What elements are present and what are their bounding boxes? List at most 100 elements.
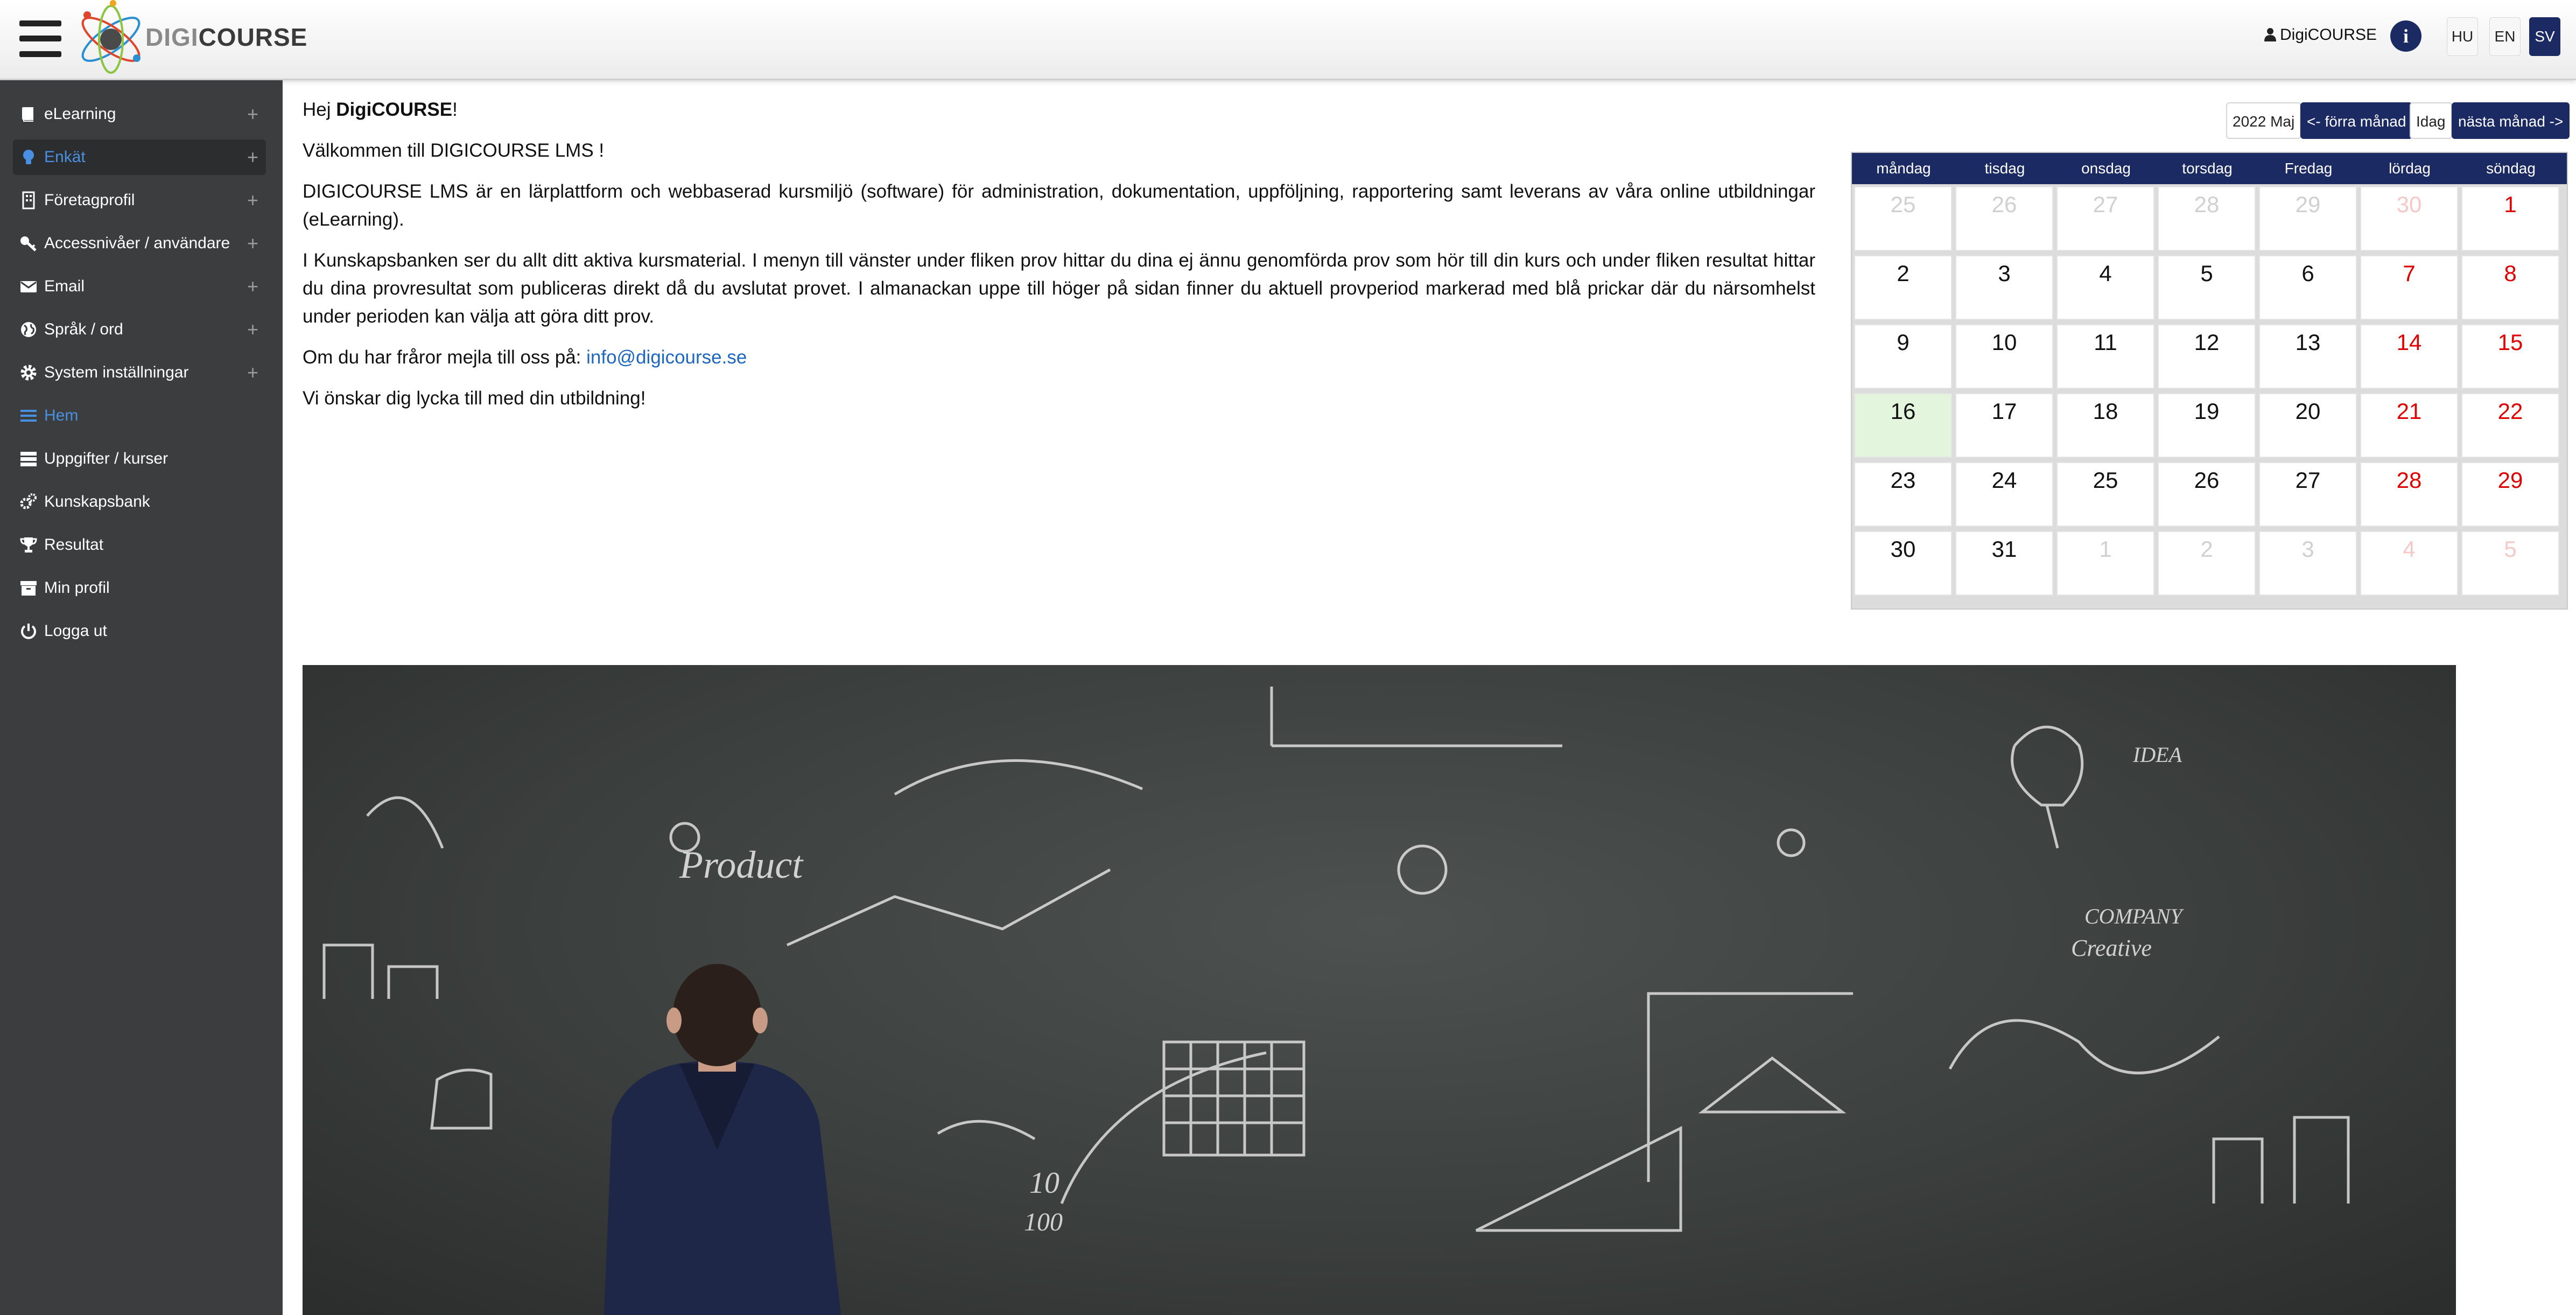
calendar-day[interactable]: 25 [2056, 462, 2154, 527]
calendar-day-number: 14 [2396, 330, 2422, 355]
calendar-day[interactable]: 25 [1854, 186, 1952, 251]
hamburger-menu-icon[interactable] [19, 20, 61, 57]
calendar-day[interactable]: 22 [2461, 393, 2559, 458]
info-icon[interactable]: i [2390, 20, 2421, 52]
prev-month-button[interactable]: <- förra månad [2300, 102, 2413, 139]
sidebar-item-kunskapsbank[interactable]: Kunskapsbank [13, 484, 266, 520]
calendar-day[interactable]: 2 [2158, 531, 2256, 596]
calendar-day[interactable]: 10 [1955, 324, 2053, 389]
sidebar-item-email[interactable]: Email + [13, 269, 266, 304]
calendar-day[interactable]: 5 [2158, 255, 2256, 320]
sidebar-item-uppgifter[interactable]: Uppgifter / kurser [13, 441, 266, 477]
calendar-day-number: 7 [2403, 261, 2416, 286]
calendar-day[interactable]: 30 [2360, 186, 2458, 251]
info-paragraph: I Kunskapsbanken ser du allt ditt aktiva… [303, 250, 1815, 327]
expand-plus-icon[interactable]: + [247, 318, 258, 341]
calendar-day-today[interactable]: 16 [1854, 393, 1952, 458]
calendar-day-number: 8 [2504, 261, 2517, 286]
calendar-day[interactable]: 28 [2158, 186, 2256, 251]
expand-plus-icon[interactable]: + [247, 275, 258, 298]
sidebar-item-accessnivaer[interactable]: Accessnivåer / användare + [13, 226, 266, 261]
calendar-day[interactable]: 23 [1854, 462, 1952, 527]
sidebar-item-sprak[interactable]: Språk / ord + [13, 312, 266, 347]
calendar-day[interactable]: 1 [2461, 186, 2559, 251]
calendar-day[interactable]: 13 [2259, 324, 2357, 389]
building-icon [22, 191, 35, 209]
sidebar-item-min-profil[interactable]: Min profil [13, 570, 266, 606]
calendar-day[interactable]: 7 [2360, 255, 2458, 320]
envelope-icon [20, 281, 37, 292]
calendar-day[interactable]: 9 [1854, 324, 1952, 389]
calendar-day[interactable]: 11 [2056, 324, 2154, 389]
calendar-day[interactable]: 26 [1955, 186, 2053, 251]
calendar-day[interactable]: 30 [1854, 531, 1952, 596]
calendar-day-number: 29 [2497, 467, 2523, 493]
calendar-day[interactable]: 5 [2461, 531, 2559, 596]
sidebar-item-enkat[interactable]: Enkät + [13, 139, 266, 175]
calendar-day[interactable]: 31 [1955, 531, 2053, 596]
sidebar-item-resultat[interactable]: Resultat [13, 527, 266, 563]
welcome-text: Hej DigiCOURSE! Välkommen till DIGICOURS… [303, 96, 1815, 425]
lang-en-button[interactable]: EN [2489, 17, 2521, 56]
digicourse-logo-icon[interactable] [68, 0, 149, 79]
calendar-day[interactable]: 27 [2056, 186, 2154, 251]
expand-plus-icon[interactable]: + [247, 146, 258, 169]
calendar-day-number: 27 [2093, 192, 2118, 217]
today-button[interactable]: Idag [2410, 102, 2452, 139]
sidebar-item-foretagprofil[interactable]: Företagprofil + [13, 183, 266, 218]
calendar-day[interactable]: 17 [1955, 393, 2053, 458]
sidebar-item-hem[interactable]: Hem [13, 398, 266, 433]
calendar-day[interactable]: 20 [2259, 393, 2357, 458]
calendar: måndag tisdag onsdag torsdag Fredag lördag sön… [1851, 152, 2568, 610]
expand-plus-icon[interactable]: + [247, 361, 258, 384]
chalk-product-text: Product [679, 843, 804, 886]
calendar-day-number: 1 [2504, 192, 2517, 217]
calendar-day[interactable]: 2 [1854, 255, 1952, 320]
calendar-day-number: 24 [1991, 467, 2017, 493]
calendar-day-number: 31 [1991, 536, 2017, 562]
calendar-day[interactable]: 19 [2158, 393, 2256, 458]
calendar-day-number: 12 [2194, 330, 2220, 355]
calendar-day[interactable]: 3 [1955, 255, 2053, 320]
calendar-day[interactable]: 27 [2259, 462, 2357, 527]
calendar-day-number: 20 [2295, 398, 2321, 424]
calendar-day[interactable]: 14 [2360, 324, 2458, 389]
calendar-day[interactable]: 24 [1955, 462, 2053, 527]
calendar-day-number: 9 [1897, 330, 1910, 355]
expand-plus-icon[interactable]: + [247, 232, 258, 255]
calendar-day[interactable]: 4 [2360, 531, 2458, 596]
calendar-day[interactable]: 28 [2360, 462, 2458, 527]
calendar-day[interactable]: 29 [2461, 462, 2559, 527]
calendar-day[interactable]: 1 [2056, 531, 2154, 596]
calendar-day-number: 19 [2194, 398, 2220, 424]
chalk-company-text: COMPANY [2084, 904, 2184, 928]
calendar-day-number: 23 [1890, 467, 1916, 493]
expand-plus-icon[interactable]: + [247, 189, 258, 212]
calendar-day[interactable]: 4 [2056, 255, 2154, 320]
calendar-day[interactable]: 6 [2259, 255, 2357, 320]
calendar-day[interactable]: 26 [2158, 462, 2256, 527]
calendar-day-number: 18 [2093, 398, 2118, 424]
calendar-day[interactable]: 21 [2360, 393, 2458, 458]
user-profile-link[interactable]: DigiCOURSE [2264, 26, 2377, 44]
calendar-day-number: 28 [2396, 467, 2422, 493]
calendar-day-number: 5 [2200, 261, 2213, 286]
sidebar-item-elearning[interactable]: eLearning + [13, 96, 266, 132]
contact-email-link[interactable]: info@digicourse.se [586, 347, 747, 368]
expand-plus-icon[interactable]: + [247, 103, 258, 125]
lang-sv-button[interactable]: SV [2529, 17, 2560, 56]
sidebar-item-logga-ut[interactable]: Logga ut [13, 613, 266, 649]
contact-line: Om du har fråror mejla till oss på: info… [303, 347, 747, 368]
calendar-day[interactable]: 18 [2056, 393, 2154, 458]
calendar-day[interactable]: 3 [2259, 531, 2357, 596]
calendar-day[interactable]: 29 [2259, 186, 2357, 251]
calendar-day[interactable]: 12 [2158, 324, 2256, 389]
lang-hu-button[interactable]: HU [2447, 17, 2478, 56]
hero-chalkboard-image: Product IDEA COMPANY Creative 10 100 [303, 665, 2456, 1315]
calendar-day[interactable]: 15 [2461, 324, 2559, 389]
calendar-day[interactable]: 8 [2461, 255, 2559, 320]
sidebar-item-system-installningar[interactable]: System inställningar + [13, 355, 266, 390]
sidebar: eLearning + Enkät + Företagprofil + Accessn… [0, 80, 283, 1315]
next-month-button[interactable]: nästa månad -> [2452, 102, 2570, 139]
calendar-weekday-header: måndag tisdag onsdag torsdag Fredag lördag sön… [1852, 153, 2567, 184]
